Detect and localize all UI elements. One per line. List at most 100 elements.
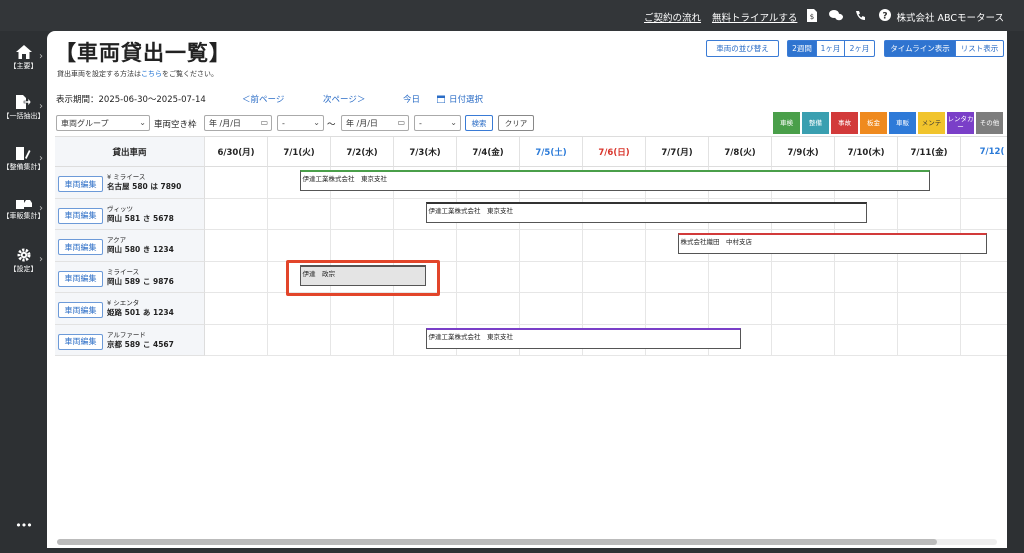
- list-view-button[interactable]: リスト表示: [955, 40, 1004, 57]
- vacancy-start-time-select[interactable]: - ⌄: [277, 115, 324, 131]
- free-trial-link[interactable]: 無料トライアルする: [712, 10, 797, 24]
- range-2months-button[interactable]: 2ヶ月: [844, 40, 875, 57]
- timeline-cell[interactable]: [520, 261, 583, 293]
- timeline-cell[interactable]: [709, 261, 772, 293]
- timeline-cell[interactable]: [331, 198, 394, 230]
- help-link[interactable]: こちら: [141, 70, 162, 78]
- timeline-cell[interactable]: [331, 324, 394, 356]
- sidebar-item-settings[interactable]: › 【設定】: [0, 248, 47, 274]
- timeline-cell[interactable]: [898, 324, 961, 356]
- next-page-link[interactable]: 次ページ＞: [323, 93, 365, 105]
- timeline-cell[interactable]: [394, 293, 457, 325]
- vehicle-row-header: 車両編集 ¥ シエンタ 姫路 501 あ 1234: [55, 293, 205, 325]
- vehicle-group-select[interactable]: 車両グループ ⌄: [56, 115, 150, 131]
- prev-page-link[interactable]: ＜前ページ: [242, 93, 284, 105]
- sidebar-item-bulk-extract[interactable]: › 【一括抽出】: [0, 95, 47, 121]
- clear-button[interactable]: クリア: [498, 115, 534, 131]
- edit-vehicle-button[interactable]: 車両編集: [58, 302, 103, 318]
- range-1month-button[interactable]: 1ヶ月: [816, 40, 845, 57]
- timeline-cell[interactable]: [835, 293, 898, 325]
- reorder-vehicles-button[interactable]: 車両の並び替え: [706, 40, 779, 57]
- timeline-cell[interactable]: [898, 198, 961, 230]
- timeline-cell[interactable]: [520, 293, 583, 325]
- timeline-cell[interactable]: [331, 230, 394, 262]
- help-icon[interactable]: ?: [878, 8, 892, 22]
- timeline-cell[interactable]: [646, 293, 709, 325]
- timeline-cell[interactable]: [583, 293, 646, 325]
- timeline-cell[interactable]: [205, 198, 268, 230]
- edit-vehicle-button[interactable]: 車両編集: [58, 176, 103, 192]
- vacancy-end-time-select[interactable]: - ⌄: [414, 115, 461, 131]
- chat-icon[interactable]: [829, 8, 843, 22]
- timeline-cell[interactable]: [205, 167, 268, 199]
- today-link[interactable]: 今日: [403, 93, 420, 105]
- timeline-cell[interactable]: [961, 325, 1007, 356]
- vertical-scrollbar[interactable]: [1007, 31, 1024, 553]
- timeline-cell[interactable]: [268, 230, 331, 262]
- booking-bar[interactable]: 伊達工業株式会社 東京支社: [299, 170, 930, 191]
- timeline-cell[interactable]: [583, 261, 646, 293]
- timeline-cell[interactable]: [961, 199, 1007, 230]
- timeline-cell[interactable]: [709, 293, 772, 325]
- timeline-cell[interactable]: [961, 262, 1007, 293]
- timeline-cell[interactable]: [457, 293, 520, 325]
- date-select-link[interactable]: 日付選択: [437, 93, 483, 105]
- timeline-cell[interactable]: [772, 293, 835, 325]
- timeline-cell[interactable]: [898, 293, 961, 325]
- timeline-cell[interactable]: [457, 261, 520, 293]
- timeline-cell[interactable]: [205, 230, 268, 262]
- vacancy-end-date-input[interactable]: 年 /月/日 ▭: [341, 115, 409, 131]
- timeline-cell[interactable]: [961, 167, 1007, 199]
- booking-bar[interactable]: 伊達工業株式会社 東京支社: [425, 327, 741, 349]
- vacancy-start-date-input[interactable]: 年 /月/日 ▭: [204, 115, 272, 131]
- vehicle-plate: 名古屋 580 は 7890: [107, 182, 182, 191]
- timeline-cell[interactable]: [646, 261, 709, 293]
- timeline-cell[interactable]: [394, 230, 457, 262]
- phone-icon[interactable]: [853, 8, 867, 22]
- search-button[interactable]: 検索: [465, 115, 493, 131]
- vehicle-plate: 岡山 589 こ 9876: [107, 276, 174, 286]
- timeline-cell[interactable]: [331, 293, 394, 325]
- booking-bar[interactable]: 株式会社織田 中村支店: [677, 233, 987, 254]
- timeline-cell[interactable]: [835, 261, 898, 293]
- vehicle-name: ヴィッツ: [107, 204, 133, 213]
- sidebar-item-sales-summary[interactable]: › 【車販集計】: [0, 197, 47, 221]
- edit-vehicle-button[interactable]: 車両編集: [58, 333, 103, 350]
- date-header: 6/30(月): [205, 137, 268, 167]
- legend-chip: 整備: [802, 112, 829, 134]
- date-header: 7/2(水): [331, 137, 394, 167]
- edit-vehicle-button[interactable]: 車両編集: [58, 239, 103, 255]
- timeline-cell[interactable]: [961, 293, 1007, 325]
- timeline-cell[interactable]: [835, 324, 898, 356]
- contract-flow-link[interactable]: ご契約の流れ: [644, 10, 701, 24]
- sidebar-item-label: 【整備集計】: [2, 163, 45, 171]
- sidebar-item-main[interactable]: › 【主要】: [0, 45, 47, 71]
- scrollbar-thumb[interactable]: [57, 539, 937, 545]
- timeline-cell[interactable]: [583, 230, 646, 262]
- document-yen-icon[interactable]: $: [805, 8, 819, 22]
- booking-bar[interactable]: 伊達工業株式会社 東京支社: [425, 201, 867, 223]
- more-menu-button[interactable]: •••: [0, 519, 47, 532]
- timeline-cell[interactable]: [268, 293, 331, 325]
- timeline-cell[interactable]: [772, 324, 835, 356]
- timeline-cell[interactable]: [205, 324, 268, 356]
- timeline-grid: 貸出車両 6/30(月) 7/1(火) 7/2(水) 7/3(木) 7/4(金) 7/5(…: [55, 136, 1007, 356]
- horizontal-scrollbar[interactable]: [57, 539, 997, 545]
- edit-vehicle-button[interactable]: 車両編集: [58, 270, 103, 287]
- timeline-cell[interactable]: [205, 261, 268, 293]
- legend-chip: その他: [976, 112, 1003, 134]
- timeline-cell[interactable]: [898, 261, 961, 293]
- time-placeholder: -: [282, 118, 285, 128]
- timeline-cell[interactable]: [520, 230, 583, 262]
- timeline-cell[interactable]: [205, 293, 268, 325]
- gear-icon: [17, 248, 30, 262]
- timeline-cell[interactable]: [772, 261, 835, 293]
- timeline-cell[interactable]: [457, 230, 520, 262]
- timeline-cell[interactable]: [268, 198, 331, 230]
- range-2weeks-button[interactable]: 2週間: [787, 40, 817, 57]
- timeline-view-button[interactable]: タイムライン表示: [884, 40, 956, 57]
- svg-text:$: $: [810, 13, 814, 21]
- edit-vehicle-button[interactable]: 車両編集: [58, 207, 103, 224]
- timeline-cell[interactable]: [268, 324, 331, 356]
- sidebar-item-maintenance-summary[interactable]: › 【整備集計】: [0, 147, 47, 172]
